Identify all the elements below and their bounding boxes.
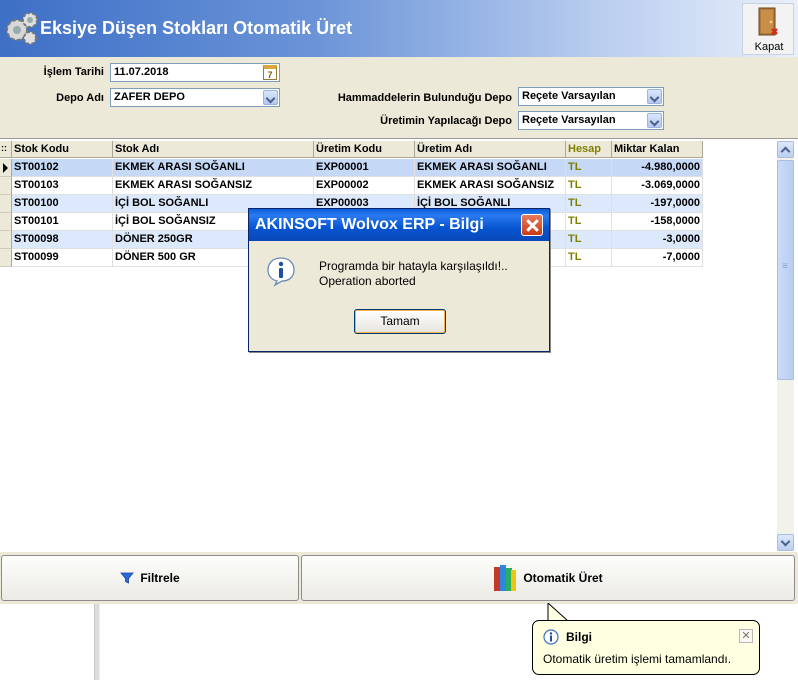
cell-uretim-adi[interactable]: EKMEK ARASI SOĞANSIZ <box>415 177 566 195</box>
islem-tarihi-field[interactable]: 11.07.2018 7 <box>110 63 280 82</box>
otomatik-uret-button[interactable]: Otomatik Üret <box>301 555 795 601</box>
cell-uretim-adi[interactable]: EKMEK ARASI SOĞANLI <box>415 159 566 177</box>
page-title: Eksiye Düşen Stokları Otomatik Üret <box>40 18 353 38</box>
islem-tarihi-value: 11.07.2018 <box>114 66 169 78</box>
vertical-scrollbar[interactable] <box>777 141 794 551</box>
tamam-button[interactable]: Tamam <box>354 309 446 334</box>
cell-stok-kodu[interactable]: ST00101 <box>12 213 113 231</box>
info-icon <box>267 257 295 287</box>
dialog-title-bar[interactable]: AKINSOFT Wolvox ERP - Bilgi <box>249 209 549 241</box>
splitter[interactable] <box>94 604 100 680</box>
dialog-body: Programda bir hatayla karşılaşıldı!.. Op… <box>253 243 546 349</box>
cell-hesap[interactable]: TL <box>566 231 612 249</box>
calendar-icon[interactable]: 7 <box>263 65 277 80</box>
cell-hesap[interactable]: TL <box>566 195 612 213</box>
cell-miktar-kalan[interactable]: -197,0000 <box>612 195 703 213</box>
scroll-up-button[interactable] <box>777 141 794 158</box>
row-indicator[interactable] <box>0 249 12 267</box>
depo-adi-label: Depo Adı <box>56 92 104 104</box>
dialog-message-line2: Operation aborted <box>319 274 416 288</box>
cell-miktar-kalan[interactable]: -7,0000 <box>612 249 703 267</box>
cell-stok-kodu[interactable]: ST00100 <box>12 195 113 213</box>
close-label: Kapat <box>754 41 784 53</box>
cell-miktar-kalan[interactable]: -4.980,0000 <box>612 159 703 177</box>
row-indicator[interactable] <box>0 195 12 213</box>
cell-hesap[interactable]: TL <box>566 177 612 195</box>
balloon-text: Otomatik üretim işlemi tamamlandı. <box>543 652 732 666</box>
cell-stok-kodu[interactable]: ST00099 <box>12 249 113 267</box>
cell-uretim-kodu[interactable]: EXP00001 <box>314 159 415 177</box>
cell-stok-kodu[interactable]: ST00103 <box>12 177 113 195</box>
dialog-message: Programda bir hatayla karşılaşıldı!.. Op… <box>319 259 508 289</box>
info-icon <box>543 629 559 645</box>
cell-hesap[interactable]: TL <box>566 159 612 177</box>
dialog-close-button[interactable] <box>521 214 543 236</box>
islem-tarihi-label: İşlem Tarihi <box>43 66 104 78</box>
chevron-down-icon[interactable] <box>647 89 662 104</box>
close-button[interactable]: Kapat <box>742 3 794 55</box>
filtrele-button[interactable]: Filtrele <box>1 555 299 601</box>
cell-miktar-kalan[interactable]: -3,0000 <box>612 231 703 249</box>
filter-icon <box>120 572 135 584</box>
column-header-hesap[interactable]: Hesap <box>566 141 612 158</box>
depo-adi-value: ZAFER DEPO <box>114 91 185 103</box>
row-indicator[interactable] <box>0 231 12 249</box>
row-indicator[interactable] <box>0 177 12 195</box>
notification-balloon: Bilgi ✕ Otomatik üretim işlemi tamamland… <box>532 620 760 675</box>
column-header-miktar-kalan[interactable]: Miktar Kalan <box>612 141 703 158</box>
column-header-uretim-kodu[interactable]: Üretim Kodu <box>314 141 415 158</box>
cell-hesap[interactable]: TL <box>566 249 612 267</box>
dialog-message-line1: Programda bir hatayla karşılaşıldı!.. <box>319 259 508 273</box>
column-header-uretim-adi[interactable]: Üretim Adı <box>415 141 566 158</box>
gears-icon <box>6 12 38 45</box>
cell-stok-adi[interactable]: EKMEK ARASI SOĞANLI <box>113 159 314 177</box>
balloon-title: Bilgi <box>566 630 592 644</box>
cell-hesap[interactable]: TL <box>566 213 612 231</box>
hammadde-depo-value: Reçete Varsayılan <box>522 90 616 102</box>
depo-adi-select[interactable]: ZAFER DEPO <box>110 88 280 107</box>
column-header-stok-kodu[interactable]: Stok Kodu <box>12 141 113 158</box>
info-dialog: AKINSOFT Wolvox ERP - Bilgi Programda bi… <box>248 208 550 352</box>
cell-stok-adi[interactable]: EKMEK ARASI SOĞANSIZ <box>113 177 314 195</box>
cell-miktar-kalan[interactable]: -3.069,0000 <box>612 177 703 195</box>
uretim-depo-label: Üretimin Yapılacağı Depo <box>380 115 512 127</box>
uretim-depo-value: Reçete Varsayılan <box>522 114 616 126</box>
exit-door-icon <box>758 7 778 36</box>
cell-uretim-kodu[interactable]: EXP00002 <box>314 177 415 195</box>
row-indicator[interactable] <box>0 159 12 177</box>
scroll-down-button[interactable] <box>777 534 794 551</box>
hammadde-depo-select[interactable]: Reçete Varsayılan <box>518 87 664 106</box>
balloon-close-button[interactable]: ✕ <box>739 629 753 643</box>
column-header-stok-adi[interactable]: Stok Adı <box>113 141 314 158</box>
grid-corner[interactable]: :: <box>0 141 12 158</box>
dialog-title: AKINSOFT Wolvox ERP - Bilgi <box>255 216 484 233</box>
cell-stok-kodu[interactable]: ST00102 <box>12 159 113 177</box>
window-header: Eksiye Düşen Stokları Otomatik Üret Kapa… <box>0 0 798 57</box>
books-icon <box>494 565 517 591</box>
row-indicator[interactable] <box>0 213 12 231</box>
otomatik-uret-label: Otomatik Üret <box>523 571 603 585</box>
cell-miktar-kalan[interactable]: -158,0000 <box>612 213 703 231</box>
cell-stok-kodu[interactable]: ST00098 <box>12 231 113 249</box>
chevron-down-icon[interactable] <box>647 113 662 128</box>
action-bar: Filtrele Otomatik Üret <box>0 552 798 604</box>
uretim-depo-select[interactable]: Reçete Varsayılan <box>518 111 664 130</box>
filter-form: İşlem Tarihi 11.07.2018 7 Depo Adı ZAFER… <box>0 57 798 138</box>
hammadde-depo-label: Hammaddelerin Bulunduğu Depo <box>337 92 512 104</box>
chevron-down-icon[interactable] <box>263 90 278 105</box>
scroll-thumb[interactable] <box>777 160 794 380</box>
filtrele-label: Filtrele <box>140 571 180 585</box>
